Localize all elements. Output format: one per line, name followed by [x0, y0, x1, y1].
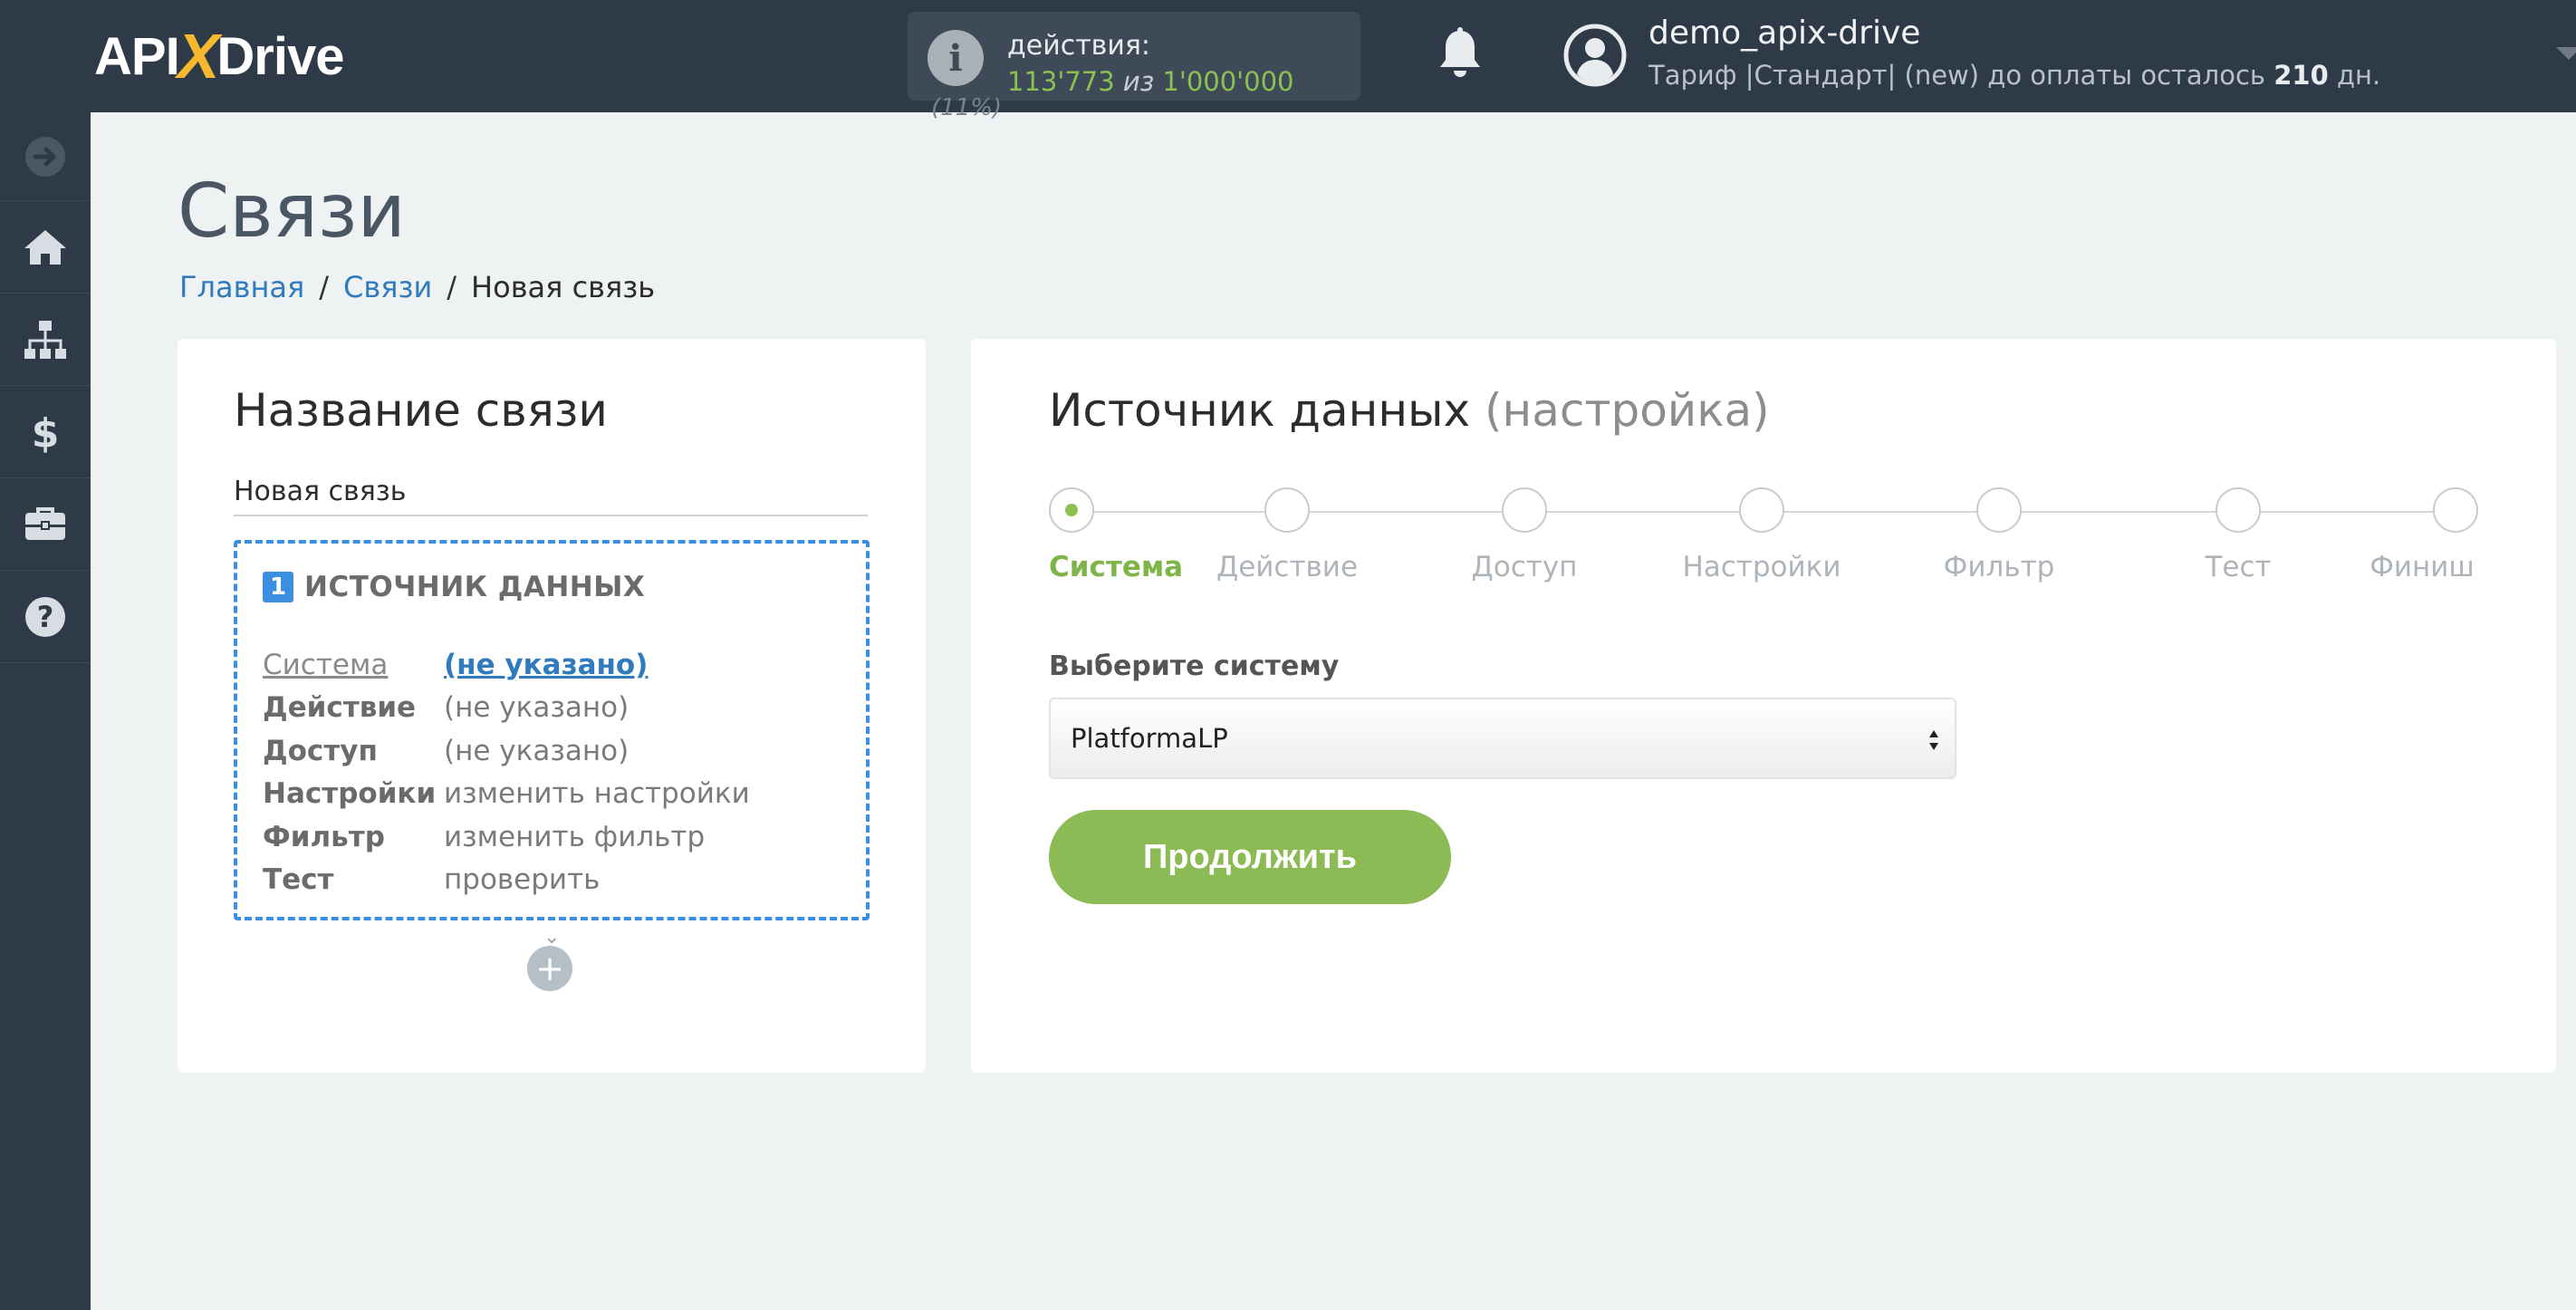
- plan-prefix: Тариф |Стандарт| (new) до оплаты осталос…: [1648, 60, 2265, 91]
- system-select-value: PlatformaLP: [1071, 723, 1228, 754]
- connection-name-heading: Название связи: [234, 384, 608, 437]
- breadcrumb-separator: /: [447, 270, 457, 304]
- data-source-title: 1 ИСТОЧНИК ДАННЫХ: [263, 571, 645, 603]
- data-source-steps: Система (не указано) Действие (не указан…: [263, 643, 750, 901]
- sitemap-icon: [24, 320, 66, 359]
- setup-progress: Система Действие Доступ Настройки Фильтр…: [1049, 487, 2478, 583]
- breadcrumb-links-link[interactable]: Связи: [343, 270, 432, 304]
- progress-step-action[interactable]: [1264, 487, 1310, 533]
- source-step-key: Фильтр: [263, 820, 385, 853]
- data-source-block[interactable]: 1 ИСТОЧНИК ДАННЫХ Система (не указано) Д…: [234, 540, 870, 920]
- user-plan: Тариф |Стандарт| (new) до оплаты осталос…: [1648, 60, 2380, 91]
- source-step-row: Доступ (не указано): [263, 729, 750, 773]
- progress-step-finish[interactable]: [2433, 487, 2478, 533]
- info-icon: i: [928, 30, 984, 86]
- data-source-settings-card: Источник данных (настройка) Система Дейс…: [971, 339, 2556, 1073]
- system-select[interactable]: PlatformaLP: [1049, 698, 1956, 779]
- actions-total: 1'000'000: [1162, 66, 1294, 97]
- dollar-icon: $: [32, 410, 60, 455]
- settings-heading-muted: (настройка): [1485, 384, 1770, 437]
- svg-text:?: ?: [37, 600, 54, 634]
- sidebar-item-billing[interactable]: $: [0, 386, 91, 478]
- data-source-number: 1: [263, 572, 293, 602]
- breadcrumb-separator: /: [319, 270, 329, 304]
- plan-days-suffix: дн.: [2336, 60, 2381, 91]
- source-step-row: Действие (не указано): [263, 687, 750, 730]
- progress-label-finish: Финиш: [2369, 551, 2475, 583]
- source-step-value: изменить фильтр: [444, 820, 706, 853]
- source-step-key[interactable]: Система: [263, 649, 444, 681]
- source-step-value: (не указано): [444, 734, 630, 767]
- source-step-key: Тест: [263, 863, 334, 897]
- source-step-key: Действие: [263, 691, 417, 725]
- actions-counter: i действия: 113'773 из 1'000'000: [908, 12, 1360, 101]
- page-title: Связи: [178, 169, 406, 255]
- logo-part-api: API: [94, 26, 180, 86]
- connection-name-input[interactable]: [234, 467, 868, 516]
- actions-of: из: [1122, 66, 1155, 97]
- source-step-key: Настройки: [263, 777, 437, 811]
- sidebar-toggle[interactable]: [0, 112, 91, 201]
- connection-name-card: Название связи 1 ИСТОЧНИК ДАННЫХ Система…: [178, 339, 926, 1073]
- sidebar-item-home[interactable]: [0, 201, 91, 294]
- source-step-row: Тест проверить: [263, 859, 750, 902]
- user-name[interactable]: demo_apix-drive: [1648, 14, 1920, 52]
- arrow-right-circle-icon: [25, 136, 65, 177]
- top-bar: API X Drive i действия: 113'773 из 1'000…: [0, 0, 2576, 112]
- progress-step-settings[interactable]: [1739, 487, 1784, 533]
- apix-drive-logo[interactable]: API X Drive: [94, 20, 344, 92]
- actions-count: 113'773 из 1'000'000: [1007, 66, 1294, 97]
- progress-label-access: Доступ: [1471, 551, 1578, 583]
- briefcase-icon: [25, 506, 65, 540]
- progress-label-test: Тест: [2205, 551, 2272, 583]
- continue-button[interactable]: Продолжить: [1049, 810, 1451, 904]
- select-system-label: Выберите систему: [1049, 650, 1340, 682]
- logo-part-drive: Drive: [216, 26, 344, 86]
- bell-icon[interactable]: [1437, 27, 1484, 82]
- select-arrows-icon: [1929, 730, 1938, 750]
- progress-label-system: Система: [1049, 551, 1184, 583]
- user-menu-caret-icon[interactable]: [2556, 47, 2576, 60]
- actions-label: действия:: [1007, 30, 1150, 62]
- sidebar-item-connections[interactable]: [0, 294, 91, 386]
- source-step-row: Система (не указано): [263, 643, 750, 687]
- add-block-button[interactable]: +: [527, 946, 572, 991]
- sidebar-item-services[interactable]: [0, 478, 91, 571]
- progress-label-settings: Настройки: [1682, 551, 1841, 583]
- source-step-key: Доступ: [263, 734, 378, 767]
- progress-step-test[interactable]: [2216, 487, 2261, 533]
- logo-part-x: X: [177, 21, 220, 92]
- progress-step-access[interactable]: [1502, 487, 1547, 533]
- settings-heading-main: Источник данных: [1049, 384, 1471, 437]
- help-circle-icon: ?: [25, 596, 65, 637]
- source-step-value: изменить настройки: [444, 777, 750, 811]
- breadcrumb-current: Новая связь: [471, 270, 656, 304]
- plan-days: 210: [2273, 60, 2329, 91]
- actions-used: 113'773: [1007, 66, 1115, 97]
- breadcrumb-home-link[interactable]: Главная: [179, 270, 304, 304]
- source-step-value: (не указано): [444, 691, 630, 725]
- progress-step-system[interactable]: [1049, 487, 1094, 533]
- svg-text:$: $: [32, 410, 60, 455]
- progress-label-filter: Фильтр: [1943, 551, 2055, 583]
- home-icon: [24, 229, 66, 265]
- data-source-settings-heading: Источник данных (настройка): [1049, 384, 1770, 437]
- source-step-row: Фильтр изменить фильтр: [263, 815, 750, 859]
- progress-step-filter[interactable]: [1976, 487, 2022, 533]
- actions-percent: (11%): [931, 94, 1003, 121]
- progress-label-action: Действие: [1216, 551, 1359, 583]
- user-avatar-icon[interactable]: [1563, 24, 1627, 87]
- source-step-row: Настройки изменить настройки: [263, 773, 750, 816]
- sidebar: $ ?: [0, 112, 91, 1310]
- breadcrumb: Главная / Связи / Новая связь: [179, 270, 655, 304]
- sidebar-item-help[interactable]: ?: [0, 571, 91, 663]
- source-step-value[interactable]: (не указано): [444, 649, 648, 681]
- data-source-label: ИСТОЧНИК ДАННЫХ: [304, 571, 646, 603]
- source-step-value: проверить: [444, 863, 601, 897]
